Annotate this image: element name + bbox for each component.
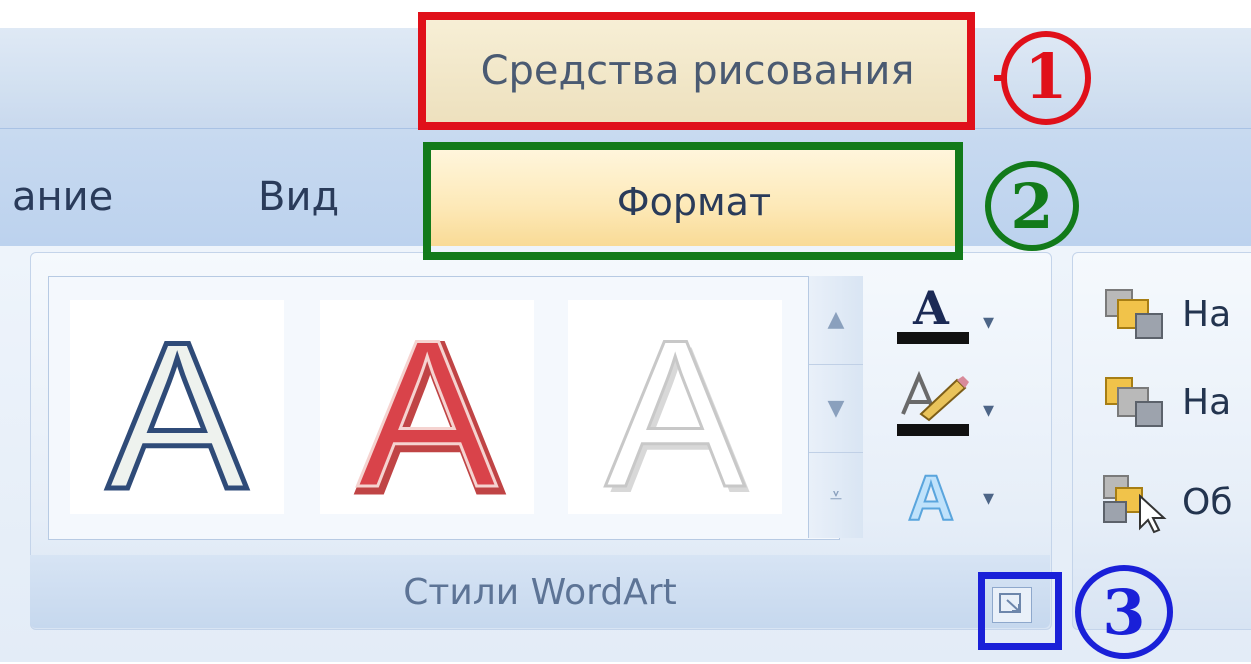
annotation-frame-1 (418, 12, 975, 130)
annotation-marker-2: 2 (982, 158, 1082, 254)
text-effects-icon: A (907, 461, 955, 535)
gallery-more-button[interactable]: ⩡ (809, 452, 863, 539)
dropdown-arrow-icon: ▾ (983, 310, 995, 335)
annotation-marker-3: 3 (1072, 564, 1176, 660)
bring-forward-icon (1105, 289, 1163, 339)
annotation-marker-1: 1 (990, 28, 1100, 128)
expand-gallery-icon: ⩡ (829, 483, 843, 509)
text-outline-icon (897, 370, 969, 436)
wordart-style-blue-outline[interactable]: A (70, 300, 284, 514)
annotation-number-1: 1 (1024, 40, 1068, 113)
chevron-down-icon: ▼ (827, 395, 845, 421)
tab-partial[interactable]: ание (12, 174, 113, 220)
svg-text:A: A (908, 462, 954, 532)
text-fill-icon: A (897, 281, 969, 344)
text-outline-button[interactable]: ▾ (895, 370, 1025, 442)
gallery-scroll-down-button[interactable]: ▼ (809, 364, 863, 451)
send-backward-button[interactable]: На (1100, 370, 1251, 434)
svg-text:A: A (912, 282, 950, 335)
wordart-style-red-outline[interactable]: A A (320, 300, 534, 514)
tab-view[interactable]: Вид (258, 174, 339, 220)
selection-pane-button[interactable]: Об (1100, 470, 1251, 534)
wordart-letter: A (605, 300, 745, 514)
text-fill-button[interactable]: A ▾ (895, 281, 1025, 354)
wordart-letter: A (107, 300, 247, 514)
send-backward-icon (1105, 377, 1163, 427)
selection-pane-icon (1103, 475, 1167, 534)
annotation-frame-2 (423, 142, 963, 260)
dropdown-arrow-icon: ▾ (983, 486, 995, 511)
text-effects-button[interactable]: A ▾ (895, 460, 1025, 535)
send-backward-label: На (1182, 382, 1232, 423)
dropdown-arrow-icon: ▾ (983, 398, 995, 423)
gallery-scrollbar: ▲ ▼ ⩡ (808, 276, 863, 538)
bring-forward-label: На (1182, 294, 1232, 335)
chevron-up-icon: ▲ (827, 306, 845, 332)
gallery-scroll-up-button[interactable]: ▲ (809, 276, 863, 362)
group-label-wordart-styles: Стили WordArt (403, 572, 677, 613)
wordart-letter-inner: A (357, 300, 497, 514)
annotation-number-2: 2 (1010, 170, 1054, 243)
bring-forward-button[interactable]: На (1100, 282, 1251, 346)
annotation-frame-3 (978, 572, 1062, 650)
annotation-number-3: 3 (1102, 576, 1146, 649)
wordart-style-white-shadow[interactable]: A A (568, 300, 782, 514)
selection-pane-label: Об (1182, 482, 1233, 523)
